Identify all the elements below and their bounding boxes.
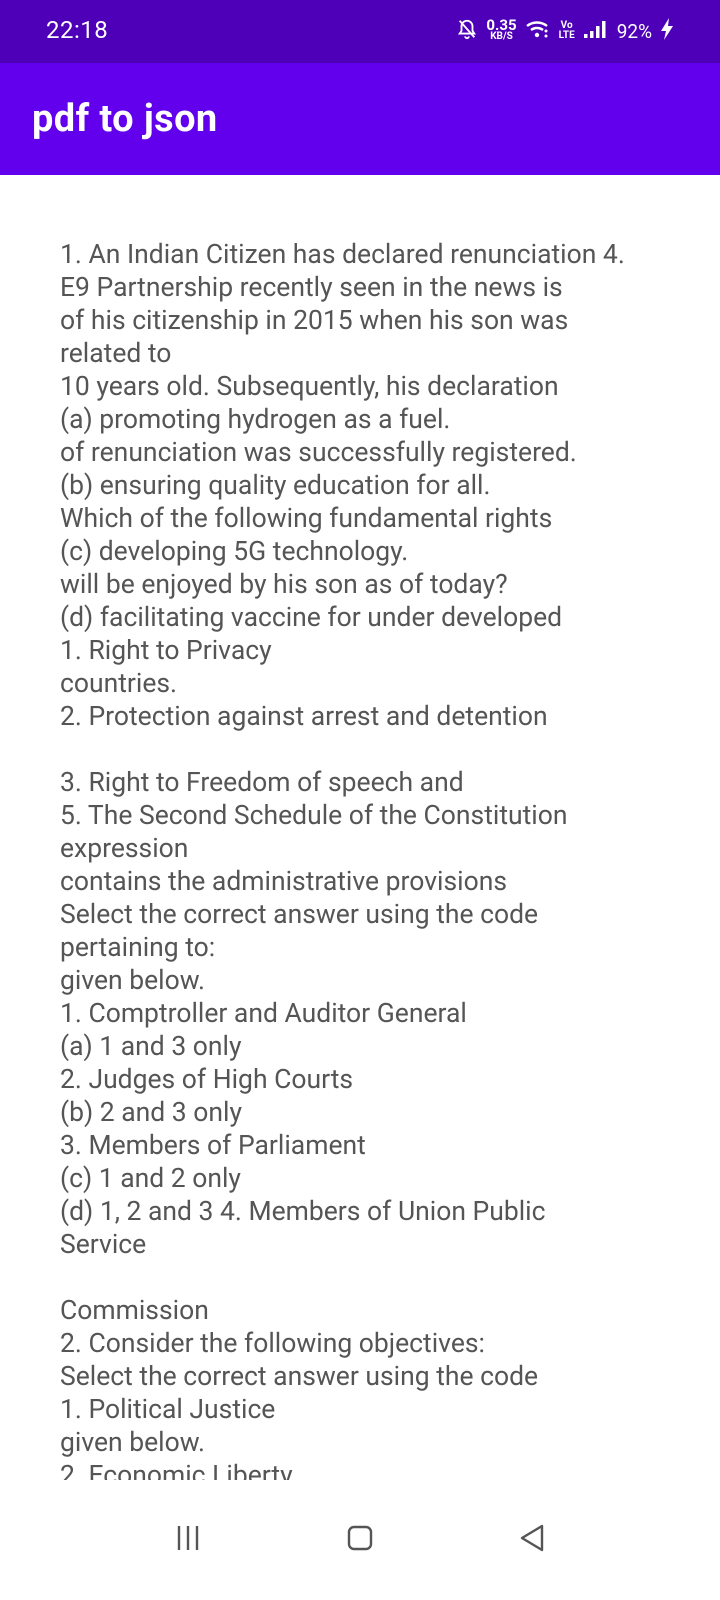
text-line: (a) 1 and 3 only xyxy=(60,1031,242,1062)
text-line: 2. Protection against arrest and detenti… xyxy=(60,701,548,732)
text-line: expression xyxy=(60,833,189,864)
text-line: pertaining to: xyxy=(60,932,216,963)
wifi-icon xyxy=(525,19,551,43)
content-scroll-area[interactable]: 1. An Indian Citizen has declared renunc… xyxy=(0,175,720,1480)
text-line: countries. xyxy=(60,668,178,699)
text-line: (c) 1 and 2 only xyxy=(60,1163,241,1194)
text-line: 3. Right to Freedom of speech and xyxy=(60,767,464,798)
menu-lines-icon xyxy=(175,1523,201,1557)
text-line xyxy=(60,733,680,766)
text-line: Which of the following fundamental right… xyxy=(60,503,553,534)
text-line: 1. Political Justice xyxy=(60,1394,276,1425)
text-line: Select the correct answer using the code xyxy=(60,899,539,930)
triangle-back-icon xyxy=(518,1523,546,1557)
text-line: (a) promoting hydrogen as a fuel. xyxy=(60,404,451,435)
text-line: 2. Economic Liberty xyxy=(60,1460,293,1480)
network-speed-unit: KB/S xyxy=(490,31,513,42)
text-line: Select the correct answer using the code xyxy=(60,1361,539,1392)
text-line: 10 years old. Subsequently, his declarat… xyxy=(60,371,559,402)
home-button[interactable] xyxy=(336,1516,384,1564)
navigation-bar xyxy=(0,1480,720,1600)
text-line: (d) 1, 2 and 3 4. Members of Union Publi… xyxy=(60,1196,546,1227)
text-line: 3. Members of Parliament xyxy=(60,1130,366,1161)
signal-icon xyxy=(583,19,609,43)
text-line: given below. xyxy=(60,1427,206,1458)
battery-percent: 92% xyxy=(616,19,652,43)
text-line: 1. An Indian Citizen has declared renunc… xyxy=(60,239,625,270)
back-button[interactable] xyxy=(508,1516,556,1564)
status-icons: 0.35 KB/S Vo LTE 92% xyxy=(456,14,674,48)
extracted-text: 1. An Indian Citizen has declared renunc… xyxy=(60,238,680,1480)
app-title: pdf to json xyxy=(32,97,218,141)
bell-off-icon xyxy=(456,18,478,44)
text-line xyxy=(60,1261,680,1294)
volte-bottom: LTE xyxy=(558,30,575,41)
text-line: given below. xyxy=(60,965,206,996)
status-time: 22:18 xyxy=(46,16,109,44)
network-speed-value: 0.35 xyxy=(486,16,517,34)
text-line: (b) 2 and 3 only xyxy=(60,1097,242,1128)
text-line: will be enjoyed by his son as of today? xyxy=(60,569,508,600)
recents-button[interactable] xyxy=(164,1516,212,1564)
text-line: Commission xyxy=(60,1295,209,1326)
text-line: of renunciation was successfully registe… xyxy=(60,437,577,468)
charging-bolt-icon xyxy=(660,18,674,44)
text-line: E9 Partnership recently seen in the news… xyxy=(60,272,563,303)
text-line: contains the administrative provisions xyxy=(60,866,508,897)
text-line: 5. The Second Schedule of the Constituti… xyxy=(60,800,568,831)
text-line: 2. Consider the following objectives: xyxy=(60,1328,485,1359)
text-line: (b) ensuring quality education for all. xyxy=(60,470,491,501)
app-bar: pdf to json xyxy=(0,63,720,175)
text-line: (d) facilitating vaccine for under devel… xyxy=(60,602,563,633)
text-line: 1. Comptroller and Auditor General xyxy=(60,998,467,1029)
square-home-icon xyxy=(346,1524,374,1556)
text-line: of his citizenship in 2015 when his son … xyxy=(60,305,569,336)
text-line: (c) developing 5G technology. xyxy=(60,536,409,567)
text-line: Service xyxy=(60,1229,147,1260)
volte-indicator: Vo LTE xyxy=(559,21,575,41)
status-bar: 22:18 0.35 KB/S Vo LTE 92% xyxy=(0,0,720,63)
text-line: 2. Judges of High Courts xyxy=(60,1064,354,1095)
network-speed: 0.35 KB/S xyxy=(486,16,517,43)
text-line: 1. Right to Privacy xyxy=(60,635,272,666)
text-line: related to xyxy=(60,338,172,369)
